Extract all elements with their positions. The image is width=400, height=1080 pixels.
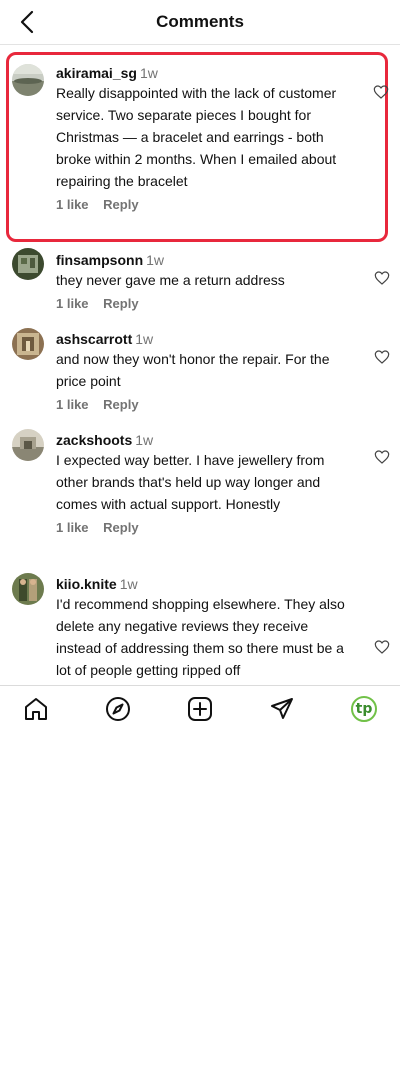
comment-time: 1w — [146, 252, 165, 268]
send-message-icon[interactable] — [269, 696, 295, 722]
heart-icon[interactable] — [373, 84, 389, 100]
comment-item: akiramai_sg 1w Really disappointed with t… — [6, 52, 389, 242]
comment-username[interactable]: ashscarrott — [56, 331, 132, 347]
avatar[interactable] — [12, 573, 44, 605]
like-count[interactable]: 1 like — [56, 397, 89, 412]
explore-compass-icon[interactable] — [105, 696, 131, 722]
heart-icon[interactable] — [374, 449, 390, 465]
create-post-icon[interactable] — [187, 696, 213, 722]
reply-button[interactable]: Reply — [103, 520, 138, 535]
page-title: Comments — [156, 12, 244, 31]
profile-avatar[interactable]: tp — [351, 696, 377, 722]
comment-text: and now they won't honor the repair. For… — [56, 351, 330, 389]
comment-username[interactable]: zackshoots — [56, 432, 132, 448]
comment-item: zackshoots 1w I expected way better. I ha… — [0, 413, 400, 553]
comment-username[interactable]: akiramai_sg — [56, 65, 137, 81]
reply-button[interactable]: Reply — [103, 296, 138, 311]
comment-time: 1w — [135, 331, 154, 347]
comment-item: ashscarrott 1w and now they won't honor t… — [0, 312, 400, 412]
comment-text: they never gave me a return address — [56, 272, 285, 288]
avatar[interactable] — [12, 64, 44, 96]
comment-time: 1w — [119, 576, 138, 592]
comment-time: 1w — [135, 432, 154, 448]
comment-time: 1w — [139, 65, 158, 81]
comment-item: kiio.knite 1w I'd recommend shopping else… — [0, 557, 400, 685]
like-count[interactable]: 1 like — [56, 197, 89, 212]
comment-text: Really disappointed with the lack of cus… — [56, 85, 337, 189]
avatar[interactable] — [12, 248, 44, 280]
top-bar: Comments — [0, 0, 400, 45]
comments-list[interactable]: akiramai_sg 1w Really disappointed with t… — [0, 45, 400, 685]
avatar[interactable] — [12, 429, 44, 461]
comment-text: I expected way better. I have jewellery … — [56, 452, 325, 512]
heart-icon[interactable] — [374, 639, 390, 655]
comment-text: I'd recommend shopping elsewhere. They a… — [56, 596, 345, 678]
heart-icon[interactable] — [374, 349, 390, 365]
like-count[interactable]: 1 like — [56, 520, 89, 535]
avatar[interactable] — [12, 328, 44, 360]
comment-username[interactable]: kiio.knite — [56, 576, 117, 592]
bottom-nav: tp — [0, 685, 400, 732]
like-count[interactable]: 1 like — [56, 296, 89, 311]
reply-button[interactable]: Reply — [103, 197, 138, 212]
reply-button[interactable]: Reply — [103, 397, 138, 412]
heart-icon[interactable] — [374, 270, 390, 286]
comment-username[interactable]: finsampsonn — [56, 252, 143, 268]
comment-item: finsampsonn 1w they never gave me a retur… — [0, 233, 400, 313]
home-icon[interactable] — [23, 696, 49, 722]
profile-initials: tp — [355, 701, 373, 717]
